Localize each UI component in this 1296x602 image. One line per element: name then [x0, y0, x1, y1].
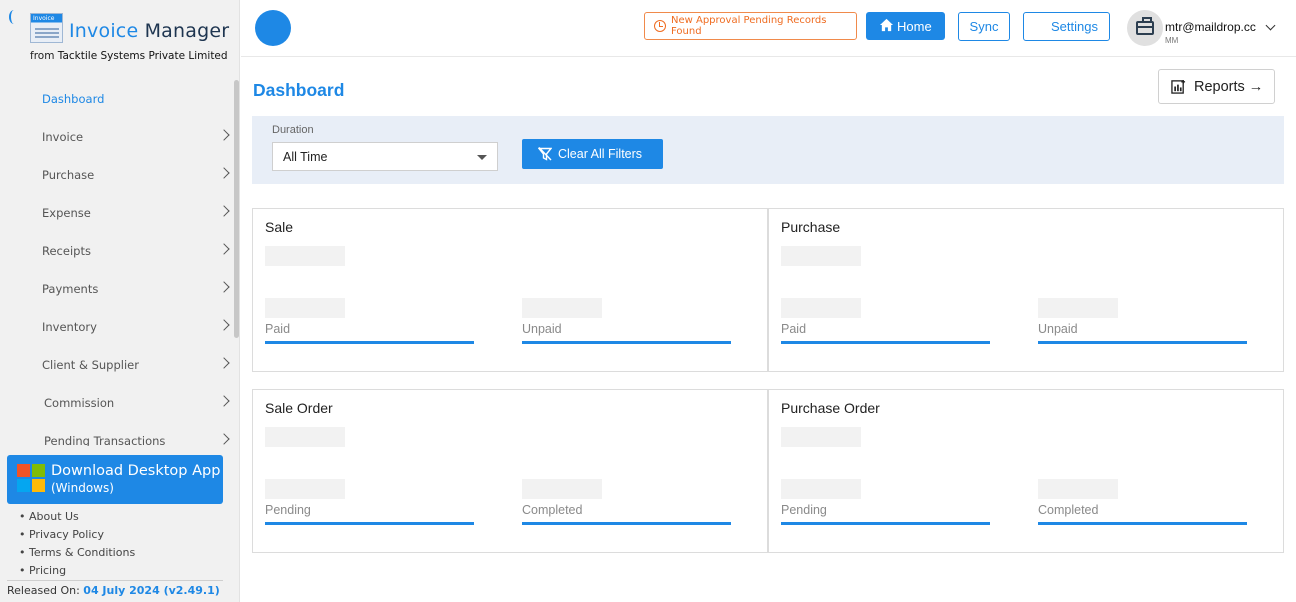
purchase-card: Purchase Paid Unpaid — [768, 208, 1284, 372]
pending-label: Pending — [781, 503, 827, 517]
chevron-right-icon — [218, 205, 230, 217]
completed-placeholder — [522, 479, 602, 499]
sidebar-item-pending-transactions[interactable]: Pending Transactions — [0, 422, 232, 446]
paid-placeholder — [265, 298, 345, 318]
user-initials: MM — [1165, 36, 1179, 45]
sidebar-item-inventory[interactable]: Inventory — [0, 308, 232, 346]
about-us-link[interactable]: • About Us — [19, 510, 135, 528]
privacy-policy-link[interactable]: • Privacy Policy — [19, 528, 135, 546]
sidebar: Invoice Invoice Manager from Tacktile Sy… — [0, 0, 240, 602]
release-version: 04 July 2024 (v2.49.1) — [83, 584, 220, 597]
paid-label: Paid — [781, 322, 807, 336]
download-desktop-app-button[interactable]: Download Desktop App (Windows) — [7, 455, 223, 504]
sidebar-item-purchase[interactable]: Purchase — [0, 156, 232, 194]
clear-all-filters-button[interactable]: Clear All Filters — [522, 139, 663, 169]
sidebar-item-invoice[interactable]: Invoice — [0, 118, 232, 156]
sidebar-item-receipts[interactable]: Receipts — [0, 232, 232, 270]
unpaid-label: Unpaid — [522, 322, 562, 336]
chevron-down-icon[interactable] — [1265, 20, 1276, 31]
invoice-logo-icon: Invoice — [30, 13, 63, 43]
dropdown-arrow-icon — [477, 155, 487, 160]
chevron-right-icon — [218, 395, 230, 407]
sidebar-item-payments[interactable]: Payments — [0, 270, 232, 308]
unpaid-bar — [522, 341, 731, 344]
paid-placeholder — [781, 298, 861, 318]
completed-placeholder — [1038, 479, 1118, 499]
footer-links: • About Us • Privacy Policy • Terms & Co… — [19, 510, 135, 582]
approval-alert-button[interactable]: New Approval Pending Records Found — [644, 12, 857, 40]
sidebar-item-dashboard[interactable]: Dashboard — [0, 80, 232, 118]
terms-conditions-link[interactable]: • Terms & Conditions — [19, 546, 135, 564]
filter-bar: Duration All Time Clear All Filters — [252, 116, 1284, 184]
card-title: Sale Order — [265, 400, 333, 416]
completed-bar — [1038, 522, 1247, 525]
chevron-right-icon — [218, 319, 230, 331]
amount-placeholder — [265, 246, 345, 266]
sale-card: Sale Paid Unpaid — [252, 208, 768, 372]
top-bar: New Approval Pending Records Found Home … — [241, 0, 1296, 57]
pending-placeholder — [781, 479, 861, 499]
chevron-right-icon — [218, 357, 230, 369]
reports-button[interactable]: Reports → — [1158, 69, 1275, 104]
download-sublabel: (Windows) — [51, 481, 114, 495]
duration-label: Duration — [272, 124, 314, 136]
profile-circle[interactable] — [255, 10, 291, 46]
sale-order-card: Sale Order Pending Completed — [252, 389, 768, 553]
app-title: Invoice Manager — [69, 20, 230, 42]
card-title: Purchase Order — [781, 400, 880, 416]
amount-placeholder — [781, 246, 861, 266]
card-title: Purchase — [781, 219, 841, 235]
pending-bar — [265, 522, 474, 525]
card-title: Sale — [265, 219, 294, 235]
user-email[interactable]: mtr@maildrop.cc — [1165, 20, 1256, 34]
home-icon — [879, 18, 894, 32]
pending-label: Pending — [265, 503, 311, 517]
sidebar-item-client-supplier[interactable]: Client & Supplier — [0, 346, 232, 384]
pending-bar — [781, 522, 990, 525]
brand: Invoice Invoice Manager from Tacktile Sy… — [0, 0, 240, 70]
amount-placeholder — [265, 427, 345, 447]
completed-label: Completed — [1038, 503, 1099, 517]
loading-spinner-icon — [9, 10, 19, 24]
chevron-right-icon — [218, 129, 230, 141]
sidebar-item-commission[interactable]: Commission — [0, 384, 232, 422]
completed-label: Completed — [522, 503, 583, 517]
reports-chart-icon — [1171, 79, 1186, 94]
app-subtitle: from Tacktile Systems Private Limited — [30, 50, 228, 62]
briefcase-icon — [1136, 17, 1154, 35]
page-title: Dashboard — [253, 80, 345, 100]
chevron-right-icon — [218, 243, 230, 255]
completed-bar — [522, 522, 731, 525]
unpaid-placeholder — [522, 298, 602, 318]
paid-label: Paid — [265, 322, 291, 336]
unpaid-bar — [1038, 341, 1247, 344]
windows-logo-icon — [17, 464, 46, 494]
purchase-order-card: Purchase Order Pending Completed — [768, 389, 1284, 553]
user-avatar[interactable] — [1127, 10, 1163, 46]
sync-button[interactable]: Sync — [958, 12, 1010, 41]
unpaid-placeholder — [1038, 298, 1118, 318]
amount-placeholder — [781, 427, 861, 447]
download-label: Download Desktop App — [51, 463, 221, 479]
unpaid-label: Unpaid — [1038, 322, 1078, 336]
sidebar-item-expense[interactable]: Expense — [0, 194, 232, 232]
sidebar-scrollbar[interactable] — [234, 80, 239, 338]
logo-text: Invoice — [33, 15, 55, 22]
paid-bar — [781, 341, 990, 344]
chevron-right-icon — [218, 433, 230, 445]
sidebar-nav: Dashboard Invoice Purchase Expense Recei… — [0, 80, 240, 446]
chevron-right-icon — [218, 281, 230, 293]
release-info: Released On: 04 July 2024 (v2.49.1) — [7, 580, 223, 597]
duration-select[interactable]: All Time — [272, 142, 498, 171]
clock-alert-icon — [654, 20, 666, 32]
home-button[interactable]: Home — [866, 12, 945, 40]
chevron-right-icon — [218, 167, 230, 179]
settings-button[interactable]: Settings — [1023, 12, 1110, 41]
filter-off-icon — [538, 147, 552, 161]
pending-placeholder — [265, 479, 345, 499]
paid-bar — [265, 341, 474, 344]
